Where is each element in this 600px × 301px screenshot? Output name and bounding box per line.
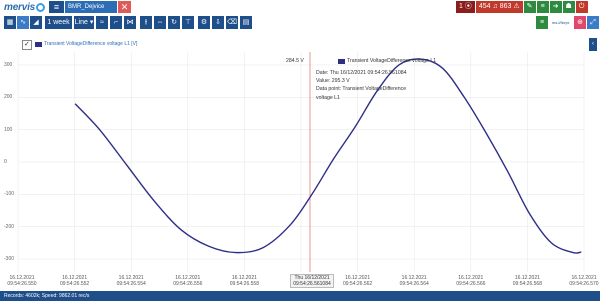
alarm-count-a: 1 [459, 3, 463, 10]
legend-swatch [35, 42, 42, 47]
logo[interactable]: mervis [4, 1, 46, 13]
x-tick-label: 16.12.2021 09:54:26.556 [173, 275, 203, 287]
users-icon[interactable]: ☗ [562, 1, 575, 13]
table-icon[interactable]: ▤ [240, 16, 252, 29]
x-tick-label: 16.12.2021 09:54:26.566 [456, 275, 486, 287]
toolbar: ▦ ∿ ◢ 1 week ▾ Line ▾ ≈ ⌐ ⋈ ⫲ ⇔ ↻ ⊤ ⚙ ⇩ … [0, 16, 600, 39]
export-icon[interactable]: ⇩ [212, 16, 224, 29]
tooltip-series: Transient VoltageDifference voltage L1 [347, 58, 437, 64]
file-tab[interactable]: BMR_Dejvice [65, 1, 117, 13]
clear-icon[interactable]: ⌫ [226, 16, 238, 29]
zoom-icon[interactable]: ⊕ [574, 16, 586, 29]
grid [17, 52, 585, 272]
logo-ring-icon [36, 2, 46, 12]
arrow-right-icon[interactable]: ➜ [549, 1, 562, 13]
right-panel-collapse-icon[interactable]: ‹ [589, 38, 597, 51]
wave-icon[interactable]: ≈ [96, 16, 108, 29]
x-tick-label: 16.12.2021 09:54:26.554 [116, 275, 146, 287]
tooltip-swatch [338, 59, 345, 64]
alarm-count-a-icon[interactable]: 1 ⦿ [456, 1, 475, 13]
refresh-icon[interactable]: ↻ [168, 16, 180, 29]
spread-icon[interactable]: ⋈ [124, 16, 136, 29]
list-icon[interactable]: ≡ [536, 1, 549, 13]
top-header: mervis ≡ BMR_Dejvice ✕ 1 ⦿ 454 ♫ 863 ⚠ ✎… [0, 0, 600, 14]
hover-x-label: Thu 16/12/2021 09:54:26.561084 [290, 274, 334, 288]
alarm-group: 1 ⦿ 454 ♫ 863 ⚠ ✎ ≡ ➜ ☗ ⏻ [456, 1, 588, 13]
edit-icon[interactable]: ✎ [523, 1, 536, 13]
time-range-select[interactable]: 1 week ▾ [45, 16, 72, 39]
settings-icon[interactable]: ⚙ [198, 16, 210, 29]
x-tick-label: 16.12.2021 09:54:26.552 [59, 275, 90, 287]
time-range-label: 1 week [47, 19, 70, 26]
tooltip-value: Value: 295.3 V [316, 78, 350, 85]
tooltip-point-1: Data point: Transient VoltageDifference [316, 86, 407, 93]
alarm-count-c: 863 [499, 3, 512, 10]
y-tick-label: 100 [4, 126, 13, 133]
line-chart-icon[interactable]: ∿ [17, 16, 29, 29]
x-tick-label: 16.12.2021 09:54:26.558 [229, 275, 259, 287]
mode-indicator: ms-l/Nepr. [549, 16, 573, 29]
cursor-icon[interactable]: ⫲ [140, 16, 152, 29]
x-tick-label: 16.12.2021 09:54:26.550 [7, 275, 37, 287]
x-tick-label: 16.12.2021 09:54:26.564 [399, 275, 429, 287]
legend-label[interactable]: Transient VoltageDifference voltage L1 [… [44, 40, 137, 48]
sidebar-toggle-icon[interactable]: ≡ [536, 16, 548, 29]
tooltip-point-2: voltage L1 [316, 94, 340, 101]
status-text: Records: 4602k; Speed: 9862.01 rec/s [4, 293, 90, 299]
alarm-badge-b[interactable]: 454 ♫ 863 ⚠ [475, 1, 523, 13]
hover-time: 09:54:26.561084 [293, 281, 331, 287]
chevron-down-icon: ▾ [56, 32, 61, 39]
x-tick-label: 16.12.2021 09:54:26.568 [512, 275, 542, 287]
close-tab-button[interactable]: ✕ [118, 1, 131, 13]
status-bar: Records: 4602k; Speed: 9862.01 rec/s [0, 291, 600, 301]
chart-mode-label: Line [74, 19, 88, 26]
y-tick-label: 200 [4, 94, 13, 101]
power-icon[interactable]: ⏻ [575, 1, 588, 13]
chevron-down-icon: ▾ [89, 19, 94, 26]
x-tick-label: 16.12.2021 09:54:26.562 [342, 275, 373, 287]
y-tick-label: -100 [4, 191, 15, 198]
zoom-x-icon[interactable]: ⇔ [154, 16, 166, 29]
step-icon[interactable]: ⌐ [110, 16, 122, 29]
y-tick-label: -300 [4, 256, 15, 263]
legend-checkbox[interactable]: ✓ [22, 40, 32, 50]
chart-mode-select[interactable]: Line ▾ [74, 16, 94, 29]
y-tick-label: 300 [4, 61, 13, 68]
tooltip-value-tag: 284.5 V [286, 58, 304, 64]
tooltip-date: Date: Thu 16/12/2021 09:54:26.561084 [316, 70, 407, 76]
y-tick-label: -200 [4, 223, 15, 230]
main-menu-button[interactable]: ≡ [49, 1, 64, 13]
alarm-count-b: 454 [478, 3, 491, 10]
area-chart-icon[interactable]: ◢ [30, 16, 42, 29]
y-tick-label: 0 [4, 159, 7, 165]
checkmark-icon: ✓ [24, 41, 30, 48]
logo-text: mervis [4, 1, 36, 13]
x-tick-label: 16.12.2021 09:54:26.570 [569, 275, 599, 287]
chart-icon[interactable]: ▦ [4, 16, 16, 29]
pin-icon[interactable]: ⊤ [182, 16, 194, 29]
fullscreen-icon[interactable]: ⤢ [587, 16, 599, 29]
tooltip: Date: Thu 16/12/2021 09:54:26.561084 Val… [316, 69, 438, 103]
